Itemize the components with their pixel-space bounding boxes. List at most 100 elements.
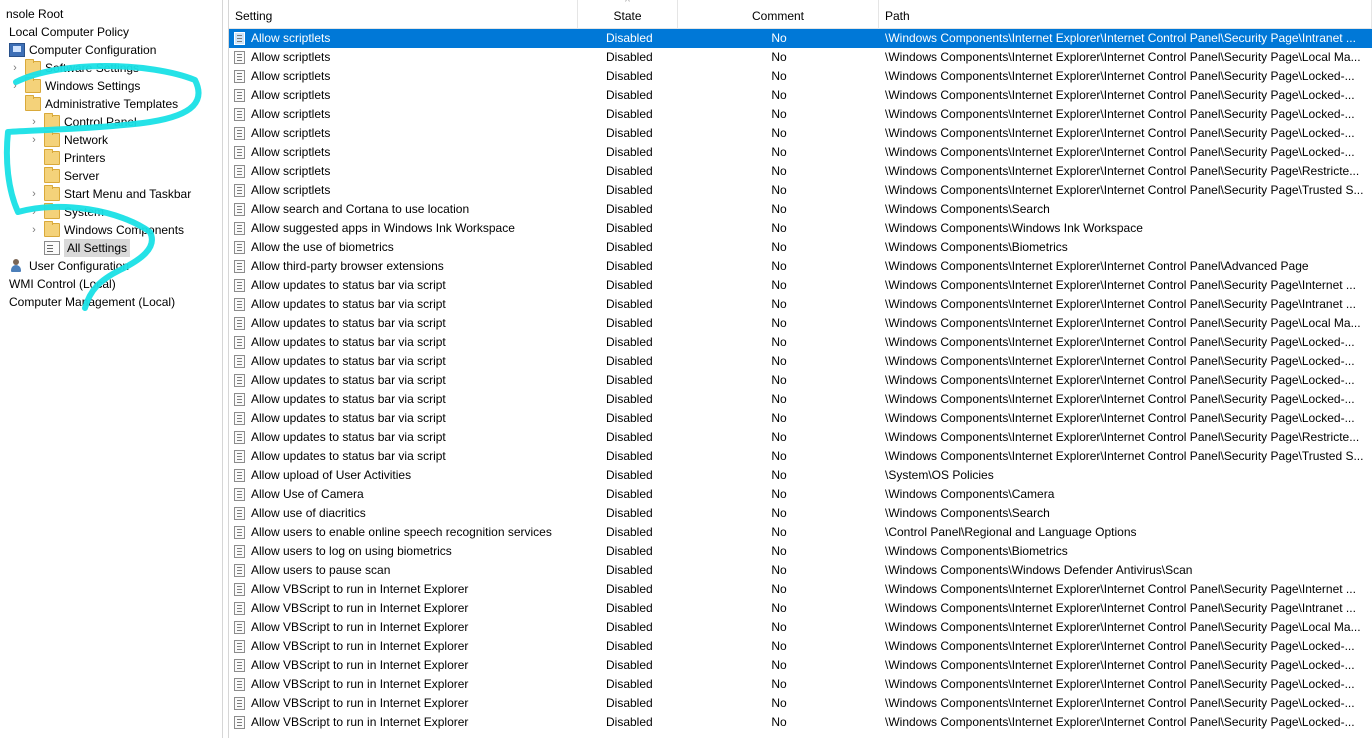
column-header-comment[interactable]: Comment — [678, 0, 879, 29]
expand-chevron-icon[interactable]: › — [28, 131, 40, 149]
table-row[interactable]: Allow updates to status bar via script Di… — [229, 314, 1372, 333]
table-row[interactable]: Allow updates to status bar via script Di… — [229, 352, 1372, 371]
table-row[interactable]: Allow VBScript to run in Internet Explor… — [229, 599, 1372, 618]
state-cell: Disabled — [606, 582, 653, 596]
table-row[interactable]: Allow scriptlets Disabled No \Windows Compo… — [229, 124, 1372, 143]
setting-name: Allow updates to status bar via script — [251, 449, 446, 463]
state-cell: Disabled — [606, 373, 653, 387]
tree-node[interactable]: Computer Configuration — [9, 41, 156, 59]
table-row[interactable]: Allow updates to status bar via script Di… — [229, 295, 1372, 314]
expand-chevron-icon[interactable]: › — [28, 185, 40, 203]
path-cell: \Windows Components\Internet Explorer\In… — [885, 373, 1355, 387]
table-row[interactable]: Allow VBScript to run in Internet Explor… — [229, 580, 1372, 599]
policy-setting-icon — [234, 507, 245, 520]
expand-chevron-icon[interactable]: › — [28, 113, 40, 131]
state-cell: Disabled — [606, 354, 653, 368]
comment-cell: No — [771, 202, 787, 216]
setting-cell: Allow scriptlets — [234, 105, 579, 124]
expand-chevron-icon[interactable]: › — [28, 221, 40, 239]
policy-setting-icon — [234, 165, 245, 178]
policy-setting-icon — [234, 545, 245, 558]
table-row[interactable]: Allow upload of User Activities Disabled N… — [229, 466, 1372, 485]
table-row[interactable]: Allow updates to status bar via script Di… — [229, 371, 1372, 390]
tree-node[interactable]: › Software Settings — [9, 59, 139, 77]
setting-name: Allow updates to status bar via script — [251, 392, 446, 406]
tree-node[interactable]: WMI Control (Local) — [9, 275, 116, 293]
table-row[interactable]: Allow users to pause scan Disabled No \Wind… — [229, 561, 1372, 580]
table-row[interactable]: Allow updates to status bar via script Di… — [229, 447, 1372, 466]
expand-chevron-icon[interactable]: › — [9, 77, 21, 95]
table-row[interactable]: Allow scriptlets Disabled No \Windows Compo… — [229, 162, 1372, 181]
table-row[interactable]: Allow VBScript to run in Internet Explor… — [229, 675, 1372, 694]
policy-setting-icon — [234, 621, 245, 634]
table-row[interactable]: Allow scriptlets Disabled No \Windows Compo… — [229, 29, 1372, 48]
console-tree: nsole Root Local Computer Policy Computer … — [0, 0, 222, 738]
tree-node[interactable]: › Windows Components — [28, 221, 184, 239]
table-row[interactable]: Allow VBScript to run in Internet Explor… — [229, 656, 1372, 675]
table-row[interactable]: Allow VBScript to run in Internet Explor… — [229, 713, 1372, 732]
table-row[interactable]: Allow use of diacritics Disabled No \Window… — [229, 504, 1372, 523]
tree-node[interactable]: › System — [28, 203, 104, 221]
setting-cell: Allow third-party browser extensions — [234, 257, 579, 276]
settings-icon — [44, 241, 60, 255]
table-row[interactable]: Allow search and Cortana to use location… — [229, 200, 1372, 219]
tree-node-label: Software Settings — [45, 61, 140, 75]
table-row[interactable]: Allow Use of Camera Disabled No \Windows Co… — [229, 485, 1372, 504]
path-cell: \Windows Components\Internet Explorer\In… — [885, 601, 1356, 615]
table-row[interactable]: Allow updates to status bar via script Di… — [229, 333, 1372, 352]
table-row[interactable]: Allow suggested apps in Windows Ink Work… — [229, 219, 1372, 238]
setting-name: Allow scriptlets — [251, 88, 331, 102]
tree-node[interactable]: All Settings — [28, 239, 131, 257]
tree-node[interactable]: nsole Root — [6, 5, 63, 23]
tree-node[interactable]: Printers — [28, 149, 105, 167]
expand-chevron-icon[interactable]: › — [9, 59, 21, 77]
path-cell: \Windows Components\Internet Explorer\In… — [885, 297, 1356, 311]
table-row[interactable]: Allow updates to status bar via script Di… — [229, 409, 1372, 428]
path-cell: \Windows Components\Windows Ink Workspac… — [885, 221, 1143, 235]
comment-cell: No — [771, 259, 787, 273]
table-row[interactable]: Allow scriptlets Disabled No \Windows Compo… — [229, 181, 1372, 200]
column-header-path[interactable]: Path — [879, 0, 1372, 29]
table-row[interactable]: Allow scriptlets Disabled No \Windows Compo… — [229, 105, 1372, 124]
path-cell: \Windows Components\Camera — [885, 487, 1055, 501]
table-row[interactable]: Allow third-party browser extensions Disa… — [229, 257, 1372, 276]
tree-node[interactable]: Server — [28, 167, 99, 185]
table-row[interactable]: Allow VBScript to run in Internet Explor… — [229, 637, 1372, 656]
tree-node[interactable]: Local Computer Policy — [9, 23, 129, 41]
tree-node[interactable]: › Start Menu and Taskbar — [28, 185, 191, 203]
policy-setting-icon — [234, 716, 245, 729]
column-header-setting[interactable]: Setting — [229, 0, 578, 29]
tree-node[interactable]: › Control Panel — [28, 113, 137, 131]
table-row[interactable]: Allow scriptlets Disabled No \Windows Compo… — [229, 67, 1372, 86]
folder-icon — [44, 131, 60, 147]
table-row[interactable]: Allow updates to status bar via script Di… — [229, 428, 1372, 447]
table-row[interactable]: Allow users to enable online speech reco… — [229, 523, 1372, 542]
setting-cell: Allow updates to status bar via script — [234, 447, 579, 466]
tree-node[interactable]: › Network — [28, 131, 108, 149]
setting-cell: Allow scriptlets — [234, 29, 579, 48]
expand-chevron-icon[interactable]: › — [28, 203, 40, 221]
state-cell: Disabled — [606, 430, 653, 444]
tree-node[interactable]: Computer Management (Local) — [9, 293, 175, 311]
path-cell: \Windows Components\Internet Explorer\In… — [885, 392, 1355, 406]
tree-node[interactable]: › Windows Settings — [9, 77, 140, 95]
policy-setting-icon — [234, 355, 245, 368]
tree-node[interactable]: User Configuration — [9, 257, 129, 275]
table-row[interactable]: Allow updates to status bar via script Di… — [229, 276, 1372, 295]
path-cell: \System\OS Policies — [885, 468, 994, 482]
table-row[interactable]: Allow scriptlets Disabled No \Windows Compo… — [229, 48, 1372, 67]
table-row[interactable]: Allow users to log on using biometrics Di… — [229, 542, 1372, 561]
table-row[interactable]: Allow the use of biometrics Disabled No \Wi… — [229, 238, 1372, 257]
setting-cell: Allow scriptlets — [234, 181, 579, 200]
tree-node-label: Start Menu and Taskbar — [64, 187, 192, 201]
table-row[interactable]: Allow scriptlets Disabled No \Windows Compo… — [229, 143, 1372, 162]
state-cell: Disabled — [606, 31, 653, 45]
table-row[interactable]: Allow updates to status bar via script Di… — [229, 390, 1372, 409]
table-row[interactable]: Allow VBScript to run in Internet Explor… — [229, 694, 1372, 713]
tree-node[interactable]: Administrative Templates — [9, 95, 178, 113]
column-header-state[interactable]: ^ State — [578, 0, 678, 29]
table-row[interactable]: Allow VBScript to run in Internet Explor… — [229, 618, 1372, 637]
pane-splitter[interactable] — [222, 0, 229, 738]
comment-cell: No — [771, 31, 787, 45]
table-row[interactable]: Allow scriptlets Disabled No \Windows Compo… — [229, 86, 1372, 105]
